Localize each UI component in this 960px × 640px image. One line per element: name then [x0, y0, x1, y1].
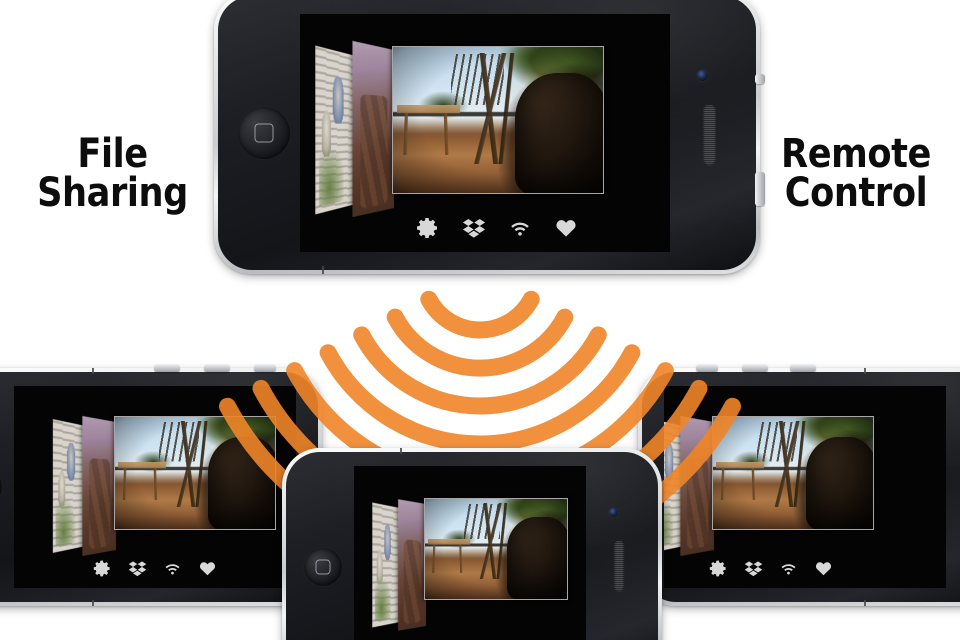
phone-screen[interactable]: [300, 14, 670, 252]
dropbox-icon[interactable]: [128, 559, 147, 578]
earpiece-speaker: [703, 104, 716, 166]
coverflow-thumb-active[interactable]: [114, 416, 276, 530]
home-button[interactable]: [304, 548, 342, 586]
app-toolbar[interactable]: [686, 559, 856, 578]
dropbox-icon[interactable]: [462, 216, 486, 240]
phone-bottom-left[interactable]: [0, 364, 322, 606]
thumb-photo-wall: [82, 415, 116, 557]
wifi-icon[interactable]: [508, 216, 532, 240]
power-button[interactable]: [755, 74, 765, 84]
phone-bottom-right[interactable]: [638, 364, 960, 606]
heart-icon[interactable]: [814, 559, 833, 578]
coverflow-thumb-active[interactable]: [392, 46, 604, 194]
photo-vignette: [425, 499, 567, 599]
heart-icon[interactable]: [554, 216, 578, 240]
thumb-figure: [332, 75, 344, 124]
phone-bottom-center[interactable]: [282, 448, 662, 640]
coverflow-thumb-left-far[interactable]: [52, 419, 86, 553]
label-file-sharing: File Sharing: [37, 131, 188, 216]
thumb-stone-texture: [88, 458, 111, 550]
phone-screen[interactable]: [664, 386, 946, 588]
thumb-figure: [383, 524, 392, 561]
app-toolbar[interactable]: [14, 559, 296, 578]
coverflow-thumb-left-near[interactable]: [398, 499, 426, 631]
diagram-canvas: File Sharing Remote Control: [0, 0, 960, 640]
coverflow-gallery[interactable]: [664, 386, 946, 588]
settings-gear-icon[interactable]: [93, 559, 112, 578]
thumb-figure: [66, 442, 76, 482]
mute-switch[interactable]: [254, 364, 276, 372]
photo-vignette: [115, 417, 275, 529]
thumb-photo-wall: [680, 415, 714, 557]
heart-icon[interactable]: [198, 559, 217, 578]
phone-screen[interactable]: [14, 386, 296, 588]
thumb-stone-texture: [360, 94, 388, 209]
active-photo: [425, 499, 567, 599]
thumb-photo-wall: [398, 499, 426, 631]
thumb-photo-wall: [352, 40, 394, 218]
mute-switch[interactable]: [696, 364, 718, 372]
thumb-figure: [664, 442, 674, 482]
active-photo: [713, 417, 873, 529]
thumb-plant: [55, 500, 76, 547]
wave-arc-3: [353, 326, 607, 415]
thumb-plant: [664, 500, 674, 547]
thumb-plant: [318, 148, 344, 207]
earpiece-speaker: [614, 540, 624, 592]
thumb-photo-blinds: [52, 419, 86, 553]
volume-up-button[interactable]: [154, 364, 180, 372]
wifi-icon[interactable]: [779, 559, 798, 578]
antenna-seam-bottom: [864, 600, 866, 606]
antenna-seam-top: [400, 448, 402, 454]
antenna-seam-top: [92, 368, 94, 374]
phone-screen[interactable]: [354, 466, 586, 640]
dropbox-icon[interactable]: [744, 559, 763, 578]
coverflow-thumb-left-near[interactable]: [680, 415, 714, 557]
volume-up-button[interactable]: [742, 364, 768, 372]
volume-down-button[interactable]: [790, 364, 816, 372]
coverflow-gallery[interactable]: [354, 466, 586, 640]
wifi-icon[interactable]: [163, 559, 182, 578]
coverflow-thumb-left-far[interactable]: [372, 502, 400, 628]
thumb-plant: [374, 579, 392, 623]
antenna-seam-top: [864, 368, 866, 374]
coverflow-thumb-left-far[interactable]: [315, 45, 356, 215]
volume-down-button[interactable]: [204, 364, 230, 372]
phone-top[interactable]: [214, 0, 765, 274]
thumb-stone-texture: [403, 539, 422, 625]
coverflow-thumb-active[interactable]: [424, 498, 568, 600]
app-toolbar[interactable]: [392, 216, 602, 240]
antenna-seam-bottom: [322, 266, 324, 274]
antenna-seam-bottom: [92, 600, 94, 606]
photo-vignette: [393, 47, 603, 193]
coverflow-thumb-active[interactable]: [712, 416, 874, 530]
coverflow-thumb-left-near[interactable]: [352, 40, 394, 218]
coverflow-gallery[interactable]: [14, 386, 296, 588]
front-camera: [609, 508, 618, 517]
thumb-stone-texture: [686, 458, 709, 550]
settings-gear-icon[interactable]: [416, 216, 440, 240]
active-photo: [393, 47, 603, 193]
label-remote-control: Remote Control: [781, 131, 931, 216]
wave-arc-1: [420, 290, 540, 339]
photo-vignette: [713, 417, 873, 529]
home-button[interactable]: [238, 107, 290, 159]
wave-arc-2: [386, 308, 574, 377]
active-photo: [115, 417, 275, 529]
wave-arc-4: [319, 344, 641, 453]
thumb-photo-blinds: [372, 502, 400, 628]
thumb-photo-blinds: [315, 45, 356, 215]
settings-gear-icon[interactable]: [709, 559, 728, 578]
front-camera: [697, 70, 708, 81]
coverflow-thumb-left-near[interactable]: [82, 415, 116, 557]
